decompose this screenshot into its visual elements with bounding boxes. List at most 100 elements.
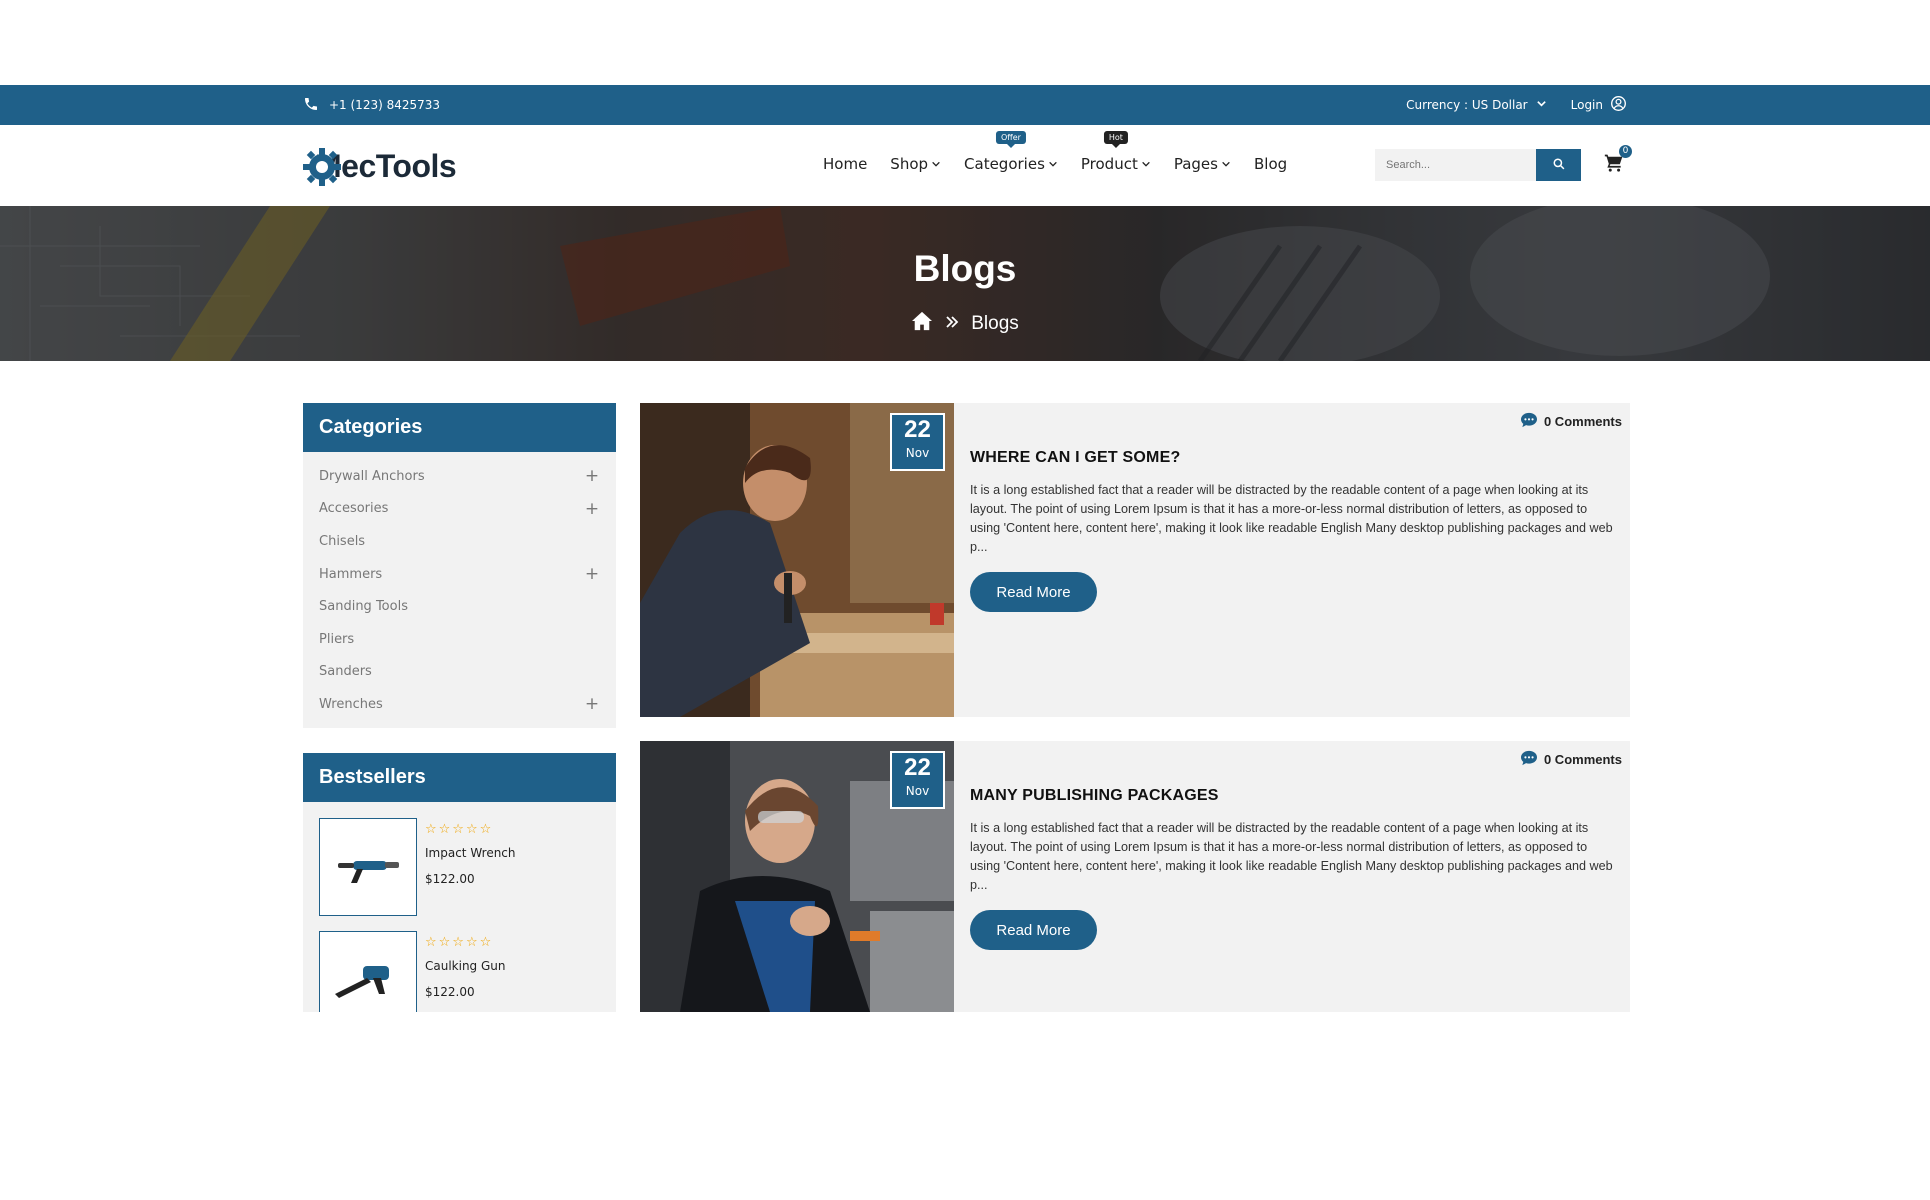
currency-label: Currency : US Dollar	[1406, 98, 1528, 112]
category-label: Sanding Tools	[319, 599, 408, 615]
nav-label: Home	[823, 155, 868, 173]
plus-icon[interactable]: +	[584, 564, 600, 584]
category-item[interactable]: Chisels	[319, 525, 600, 558]
post-day: 22	[904, 754, 931, 781]
nav-home[interactable]: Home	[823, 155, 867, 173]
nav-pages[interactable]: Pages	[1174, 155, 1231, 173]
chevron-down-icon	[1141, 155, 1151, 173]
site-logo[interactable]: MecTools	[303, 139, 457, 193]
comment-icon	[1520, 412, 1538, 431]
nav-product[interactable]: Hot Product	[1080, 131, 1151, 173]
category-item[interactable]: Drywall Anchors +	[319, 460, 600, 493]
product-thumbnail[interactable]	[319, 818, 417, 916]
search-icon	[1553, 158, 1565, 173]
nav-shop[interactable]: Shop	[890, 155, 941, 173]
comments-count: 0 Comments	[1543, 752, 1622, 767]
category-item[interactable]: Accesories +	[319, 493, 600, 526]
offer-badge: Offer	[995, 131, 1026, 148]
comment-icon	[1520, 750, 1538, 769]
category-list: Drywall Anchors + Accesories + Chisels H…	[303, 452, 616, 727]
user-icon	[1610, 95, 1627, 115]
product-price: $122.00	[425, 985, 475, 999]
nav-label: Pages	[1173, 155, 1218, 173]
post-image[interactable]: 22 Nov	[640, 403, 954, 717]
product-name[interactable]: Caulking Gun	[425, 959, 506, 973]
nav-blog[interactable]: Blog	[1254, 155, 1287, 173]
post-comments[interactable]: 0 Comments	[1520, 412, 1622, 431]
cart-count-badge: 0	[1619, 145, 1632, 158]
chevron-down-icon	[1048, 155, 1058, 173]
post-title[interactable]: MANY PUBLISHING PACKAGES	[970, 787, 1219, 805]
search-input[interactable]	[1375, 149, 1536, 181]
contact-phone[interactable]: +1 (123) 8425733	[303, 96, 440, 115]
read-more-button[interactable]: Read More	[970, 910, 1097, 950]
phone-icon	[303, 96, 319, 115]
search-form	[1375, 149, 1581, 181]
product-thumbnail[interactable]	[319, 931, 417, 1012]
categories-widget: Categories Drywall Anchors + Accesories …	[303, 403, 616, 728]
chevron-down-icon	[931, 155, 941, 173]
chevron-down-icon	[1221, 155, 1231, 173]
search-button[interactable]	[1536, 149, 1581, 181]
hot-badge: Hot	[1103, 131, 1128, 148]
plus-icon[interactable]: +	[584, 466, 600, 486]
post-body: 0 Comments WHERE CAN I GET SOME? It is a…	[970, 403, 1622, 717]
rating-stars: ☆☆☆☆☆	[425, 822, 494, 837]
categories-title: Categories	[303, 403, 616, 452]
nav-label: Categories	[964, 155, 1045, 173]
post-title[interactable]: WHERE CAN I GET SOME?	[970, 449, 1180, 467]
breadcrumb: Blogs	[0, 311, 1930, 337]
cart-icon	[1604, 154, 1624, 177]
category-item[interactable]: Pliers	[319, 623, 600, 656]
post-month: Nov	[905, 446, 930, 460]
main-header: MecTools Home Shop Offer Categories Hot …	[0, 125, 1930, 206]
post-month: Nov	[905, 784, 930, 798]
bestsellers-widget: Bestsellers ☆☆☆☆☆ Impact Wrench $122.00 …	[303, 753, 616, 1012]
cart-button[interactable]: 0	[1604, 145, 1632, 177]
double-chevron-right-icon	[945, 313, 959, 335]
breadcrumb-current: Blogs	[971, 313, 1019, 334]
home-icon[interactable]	[911, 311, 933, 337]
rating-stars: ☆☆☆☆☆	[425, 935, 494, 950]
post-date-badge: 22 Nov	[890, 751, 945, 809]
category-label: Accesories	[319, 501, 389, 517]
bestseller-item[interactable]: ☆☆☆☆☆ Caulking Gun $122.00	[319, 931, 600, 1012]
nav-categories[interactable]: Offer Categories	[964, 131, 1058, 173]
blog-post: 22 Nov 0 Comments WHERE CAN I GET SOME? …	[640, 403, 1630, 717]
category-label: Sanders	[319, 664, 372, 680]
category-item[interactable]: Sanding Tools	[319, 590, 600, 623]
category-label: Hammers	[319, 566, 383, 582]
category-label: Wrenches	[319, 696, 383, 712]
post-excerpt: It is a long established fact that a rea…	[970, 483, 1613, 554]
post-day: 22	[904, 416, 931, 443]
currency-selector[interactable]: Currency : US Dollar	[1406, 98, 1547, 112]
nav-label: Shop	[890, 155, 929, 173]
category-label: Pliers	[319, 631, 355, 647]
post-comments[interactable]: 0 Comments	[1520, 750, 1622, 769]
main-nav: Home Shop Offer Categories Hot Product P…	[823, 131, 1287, 173]
post-excerpt: It is a long established fact that a rea…	[970, 821, 1613, 892]
top-bar: +1 (123) 8425733 Currency : US Dollar Lo…	[0, 85, 1930, 125]
bestseller-item[interactable]: ☆☆☆☆☆ Impact Wrench $122.00	[319, 818, 600, 916]
category-item[interactable]: Wrenches +	[319, 688, 600, 721]
plus-icon[interactable]: +	[584, 499, 600, 519]
post-image[interactable]: 22 Nov	[640, 741, 954, 1012]
page-banner: Blogs Blogs	[0, 206, 1930, 361]
phone-number: +1 (123) 8425733	[329, 98, 441, 112]
chevron-down-icon	[1536, 98, 1547, 112]
category-item[interactable]: Hammers +	[319, 558, 600, 591]
impact-wrench-image	[338, 861, 399, 883]
post-date-badge: 22 Nov	[890, 413, 945, 471]
post-body: 0 Comments MANY PUBLISHING PACKAGES It i…	[970, 741, 1622, 1012]
blog-post: 22 Nov 0 Comments MANY PUBLISHING PACKAG…	[640, 741, 1630, 1012]
plus-icon[interactable]: +	[584, 694, 600, 714]
login-label: Login	[1570, 98, 1603, 112]
product-name[interactable]: Impact Wrench	[425, 846, 516, 860]
read-more-button[interactable]: Read More	[970, 572, 1097, 612]
product-price: $122.00	[425, 872, 475, 886]
caulking-gun-image	[335, 966, 389, 998]
page-title: Blogs	[913, 248, 1017, 289]
nav-label: Product	[1080, 155, 1138, 173]
category-item[interactable]: Sanders	[319, 656, 600, 689]
login-link[interactable]: Login	[1571, 95, 1627, 115]
